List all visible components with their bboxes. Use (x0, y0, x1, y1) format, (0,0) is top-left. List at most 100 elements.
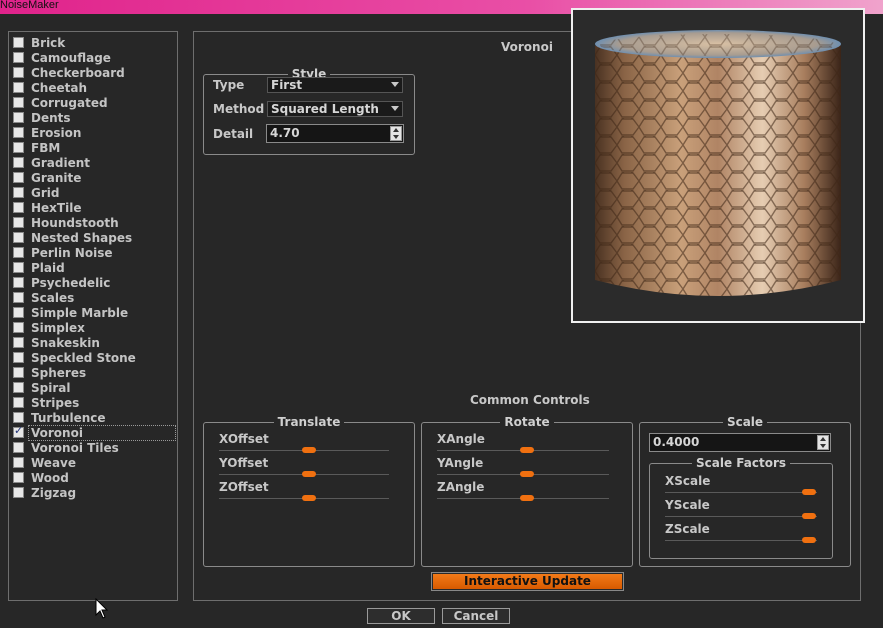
type-select[interactable]: First (267, 77, 403, 93)
checkbox[interactable] (13, 52, 24, 63)
list-item[interactable]: Wood (13, 470, 177, 485)
list-item-label: Erosion (31, 125, 82, 140)
list-item-label: Simple Marble (31, 305, 129, 320)
list-item[interactable]: Camouflage (13, 50, 177, 65)
checkbox[interactable] (13, 67, 24, 78)
cancel-button[interactable]: Cancel (442, 608, 510, 624)
list-item-label: Nested Shapes (31, 230, 133, 245)
yscale-track[interactable] (665, 516, 817, 517)
xscale-slider-thumb[interactable] (802, 489, 816, 495)
checkbox[interactable] (13, 112, 24, 123)
list-item[interactable]: Zigzag (13, 485, 177, 500)
list-item[interactable]: Corrugated (13, 95, 177, 110)
list-item[interactable]: Simplex (13, 320, 177, 335)
scale-spinbox[interactable]: 0.4000 (649, 433, 831, 452)
xoffset-label: XOffset (219, 432, 269, 446)
list-item[interactable]: Voronoi Tiles (13, 440, 177, 455)
checkbox[interactable] (13, 442, 24, 453)
list-item[interactable]: Grid (13, 185, 177, 200)
list-item[interactable]: Snakeskin (13, 335, 177, 350)
list-item[interactable]: FBM (13, 140, 177, 155)
list-item[interactable]: Voronoi (13, 424, 177, 441)
type-label: Type (213, 78, 245, 92)
zscale-label: ZScale (665, 522, 710, 536)
list-item[interactable]: Dents (13, 110, 177, 125)
list-item[interactable]: Brick (13, 35, 177, 50)
checkbox[interactable] (13, 97, 24, 108)
zoffset-slider-thumb[interactable] (302, 495, 316, 501)
checkbox[interactable] (13, 127, 24, 138)
xscale-label: XScale (665, 474, 711, 488)
checkbox[interactable] (13, 457, 24, 468)
noise-type-list[interactable]: Brick Camouflage Checkerboard Cheetah Corrug… (8, 31, 178, 601)
list-item[interactable]: Scales (13, 290, 177, 305)
list-item[interactable]: Speckled Stone (13, 350, 177, 365)
yscale-slider-thumb[interactable] (802, 513, 816, 519)
checkbox[interactable] (13, 37, 24, 48)
xoffset-slider-thumb[interactable] (302, 447, 316, 453)
yangle-slider-thumb[interactable] (520, 471, 534, 477)
mouse-cursor-icon (95, 598, 109, 619)
list-item-label: Houndstooth (31, 215, 119, 230)
checkbox[interactable] (13, 172, 24, 183)
checkbox[interactable] (13, 142, 24, 153)
interactive-update-button[interactable]: Interactive Update (431, 572, 624, 591)
list-item[interactable]: Nested Shapes (13, 230, 177, 245)
checkbox[interactable] (13, 187, 24, 198)
xscale-track[interactable] (665, 492, 817, 493)
checkbox[interactable] (13, 382, 24, 393)
list-item[interactable]: Checkerboard (13, 65, 177, 80)
list-item[interactable]: HexTile (13, 200, 177, 215)
checkbox[interactable] (13, 262, 24, 273)
checkbox[interactable] (13, 412, 24, 423)
checkbox[interactable] (13, 232, 24, 243)
list-item[interactable]: Spiral (13, 380, 177, 395)
spin-buttons-icon[interactable] (817, 435, 829, 450)
checkbox[interactable] (13, 424, 24, 438)
checkbox[interactable] (13, 487, 24, 498)
list-item-label: Plaid (31, 260, 65, 275)
list-item[interactable]: Gradient (13, 155, 177, 170)
spin-buttons-icon[interactable] (390, 126, 402, 141)
list-item[interactable]: Houndstooth (13, 215, 177, 230)
method-select[interactable]: Squared Length (267, 101, 403, 117)
checkbox[interactable] (13, 217, 24, 228)
list-item[interactable]: Spheres (13, 365, 177, 380)
checkbox[interactable] (13, 322, 24, 333)
list-item[interactable]: Psychedelic (13, 275, 177, 290)
list-item[interactable]: Stripes (13, 395, 177, 410)
checkbox[interactable] (13, 397, 24, 408)
checkbox[interactable] (13, 337, 24, 348)
list-item-label: Turbulence (31, 410, 106, 425)
list-item[interactable]: Simple Marble (13, 305, 177, 320)
list-item-label: Grid (31, 185, 60, 200)
ok-button[interactable]: OK (367, 608, 435, 624)
detail-spinbox[interactable]: 4.70 (266, 124, 404, 143)
list-item[interactable]: Erosion (13, 125, 177, 140)
checkbox[interactable] (13, 82, 24, 93)
checkbox[interactable] (13, 202, 24, 213)
zscale-track[interactable] (665, 540, 817, 541)
list-item[interactable]: Turbulence (13, 410, 177, 425)
checkbox[interactable] (13, 157, 24, 168)
checkbox[interactable] (13, 472, 24, 483)
checkbox[interactable] (13, 352, 24, 363)
list-item[interactable]: Plaid (13, 260, 177, 275)
list-item-label: Cheetah (31, 80, 88, 95)
list-item-label: Brick (31, 35, 66, 50)
list-item-label: Scales (31, 290, 75, 305)
checkbox[interactable] (13, 277, 24, 288)
zscale-slider-thumb[interactable] (802, 537, 816, 543)
zangle-slider-thumb[interactable] (520, 495, 534, 501)
list-item[interactable]: Cheetah (13, 80, 177, 95)
scale-legend: Scale (726, 415, 764, 429)
list-item[interactable]: Weave (13, 455, 177, 470)
checkbox[interactable] (13, 292, 24, 303)
checkbox[interactable] (13, 367, 24, 378)
yoffset-slider-thumb[interactable] (302, 471, 316, 477)
list-item[interactable]: Perlin Noise (13, 245, 177, 260)
checkbox[interactable] (13, 247, 24, 258)
checkbox[interactable] (13, 307, 24, 318)
xangle-slider-thumb[interactable] (520, 447, 534, 453)
list-item[interactable]: Granite (13, 170, 177, 185)
